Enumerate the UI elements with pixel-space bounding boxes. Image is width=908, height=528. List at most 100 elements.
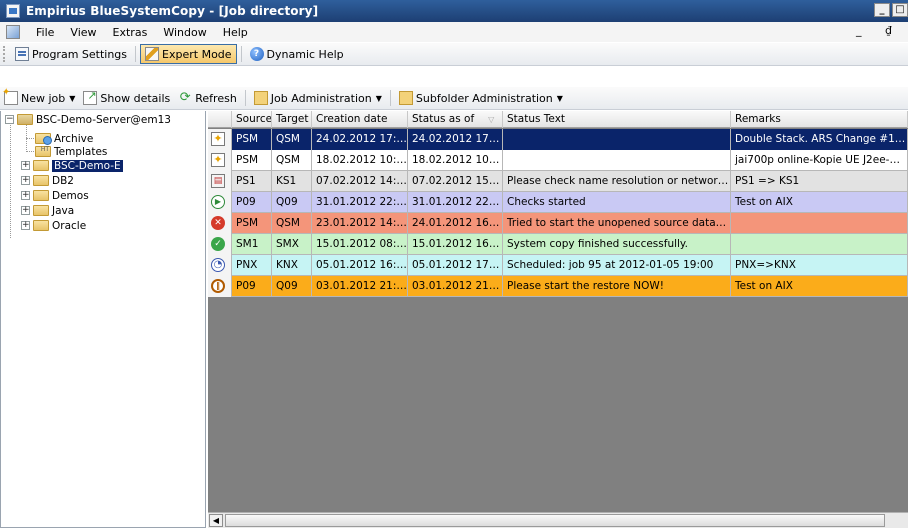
cell-target: QSM	[272, 129, 312, 150]
column-header-remarks[interactable]: Remarks	[731, 111, 908, 128]
tree-node-root[interactable]: − BSC-Demo-Server@em13	[5, 113, 171, 126]
collapse-icon[interactable]: −	[5, 115, 14, 124]
cell-remarks: Test on AIX	[731, 276, 908, 297]
cell-creation-date: 18.02.2012 10:44	[312, 150, 408, 171]
tree-label-java: Java	[52, 204, 75, 217]
dynamic-help-button[interactable]: ? Dynamic Help	[246, 44, 348, 64]
tree-node-demos[interactable]: + Demos	[21, 189, 89, 202]
tree-node-templates[interactable]: Templates	[35, 145, 107, 158]
table-row[interactable]: ▤ PS1 KS1 07.02.2012 14:37 07.02.2012 15:00 P…	[208, 171, 908, 192]
refresh-button[interactable]: ⟳ Refresh	[174, 88, 241, 108]
column-header-status-as-of[interactable]: Status as of ▽	[408, 111, 503, 128]
settings-icon	[15, 47, 29, 61]
cell-source: PNX	[232, 255, 272, 276]
scroll-left-icon[interactable]: ◀	[209, 514, 223, 527]
tree-node-db2[interactable]: + DB2	[21, 174, 74, 187]
new-job-label: New job	[21, 91, 66, 105]
maximize-button[interactable]: □	[892, 3, 908, 17]
chevron-down-icon[interactable]: ▼	[69, 94, 75, 103]
cell-target: SMX	[272, 234, 312, 255]
menu-window[interactable]: Window	[155, 26, 214, 39]
show-details-label: Show details	[100, 91, 171, 105]
expand-icon[interactable]: +	[21, 221, 30, 230]
cell-source: PSM	[232, 213, 272, 234]
dynamic-help-label: Dynamic Help	[266, 47, 344, 61]
toolbar-separator	[244, 90, 246, 106]
menu-bar: File View Extras Window Help _ ₫	[0, 22, 908, 42]
minimize-button[interactable]: _	[874, 3, 890, 17]
cell-creation-date: 07.02.2012 14:37	[312, 171, 408, 192]
new-job-button[interactable]: New job ▼	[0, 87, 79, 108]
table-row[interactable]: ✕ PSM QSM 23.01.2012 14:04 24.01.2012 16:35 T…	[208, 213, 908, 234]
cell-status-as-of: 03.01.2012 21:27	[408, 276, 503, 297]
menu-extras[interactable]: Extras	[105, 26, 156, 39]
cell-creation-date: 15.01.2012 08:34	[312, 234, 408, 255]
column-header-creation-date[interactable]: Creation date	[312, 111, 408, 128]
tree-node-archive[interactable]: Archive	[35, 132, 93, 145]
cell-source: PSM	[232, 129, 272, 150]
cell-source: P09	[232, 276, 272, 297]
column-header-source[interactable]: Source	[232, 111, 272, 128]
tree-node-oracle[interactable]: + Oracle	[21, 219, 86, 232]
chevron-down-icon[interactable]: ▼	[557, 94, 563, 103]
tree-label-db2: DB2	[52, 174, 74, 187]
document-window-icon[interactable]	[6, 25, 20, 39]
job-administration-button[interactable]: Job Administration ▼	[250, 88, 386, 108]
app-icon	[6, 4, 20, 18]
toolbar-grip[interactable]	[3, 46, 7, 62]
cell-target: KNX	[272, 255, 312, 276]
ok-icon: ✓	[211, 237, 225, 251]
table-row[interactable]: ✦ PSM QSM 24.02.2012 17:41 24.02.2012 17:41 D…	[208, 129, 908, 150]
folder-icon	[33, 175, 49, 186]
refresh-label: Refresh	[195, 91, 237, 105]
refresh-icon: ⟳	[179, 90, 191, 105]
status-icon-cell: ✕	[208, 213, 232, 234]
menu-help[interactable]: Help	[215, 26, 256, 39]
program-settings-button[interactable]: Program Settings	[11, 44, 131, 64]
subfolder-icon	[398, 91, 413, 105]
expand-icon[interactable]: +	[21, 161, 30, 170]
templates-folder-icon	[35, 146, 51, 157]
menu-file[interactable]: File	[28, 26, 62, 39]
column-header-icon[interactable]	[208, 111, 232, 128]
expand-icon[interactable]: +	[21, 191, 30, 200]
chevron-down-icon[interactable]: ▼	[376, 94, 382, 103]
cell-status-as-of: 07.02.2012 15:00	[408, 171, 503, 192]
cell-target: Q09	[272, 276, 312, 297]
table-row[interactable]: ◔ PNX KNX 05.01.2012 16:26 05.01.2012 17:05 S…	[208, 255, 908, 276]
tree-node-bsc-demo-e[interactable]: + BSC-Demo-E	[21, 159, 123, 172]
horizontal-scrollbar[interactable]: ◀	[208, 512, 908, 528]
expert-mode-button[interactable]: Expert Mode	[140, 44, 237, 64]
table-row[interactable]: ✓ SM1 SMX 15.01.2012 08:34 15.01.2012 16:13 S…	[208, 234, 908, 255]
expand-icon[interactable]: +	[21, 206, 30, 215]
table-row[interactable]: ▶ P09 Q09 31.01.2012 22:29 31.01.2012 22:31 C…	[208, 192, 908, 213]
cell-status-text	[503, 150, 731, 171]
subfolder-administration-button[interactable]: Subfolder Administration ▼	[395, 88, 567, 108]
tree-connector	[10, 122, 11, 238]
show-details-button[interactable]: Show details	[79, 88, 174, 108]
table-row[interactable]: ✦ PSM QSM 18.02.2012 10:44 18.02.2012 10:44 j…	[208, 150, 908, 171]
column-header-target[interactable]: Target	[272, 111, 312, 128]
pencil-icon	[145, 47, 160, 61]
document-icon: ▤	[211, 174, 225, 188]
sort-arrow-icon: ▽	[488, 115, 495, 124]
cell-status-as-of: 15.01.2012 16:13	[408, 234, 503, 255]
column-header-status-text[interactable]: Status Text	[503, 111, 731, 128]
menu-view[interactable]: View	[62, 26, 104, 39]
folder-tree[interactable]: − BSC-Demo-Server@em13 Archive Templates…	[0, 111, 206, 528]
expand-icon[interactable]: +	[21, 176, 30, 185]
tree-node-java[interactable]: + Java	[21, 204, 74, 217]
status-icon-cell: ‖	[208, 276, 232, 297]
job-grid[interactable]: Source Target Creation date Status as of…	[208, 111, 908, 528]
program-settings-label: Program Settings	[32, 47, 128, 61]
mdi-child-controls[interactable]: _ ₫	[856, 24, 902, 37]
new-star-icon: ✦	[211, 153, 225, 167]
pause-icon: ‖	[211, 279, 225, 293]
status-as-of-label: Status as of	[412, 113, 475, 125]
cell-source: PS1	[232, 171, 272, 192]
cell-creation-date: 23.01.2012 14:04	[312, 213, 408, 234]
cell-status-text: Please start the restore NOW!	[503, 276, 731, 297]
server-folder-icon	[17, 114, 33, 125]
scrollbar-thumb[interactable]	[225, 514, 885, 527]
table-row[interactable]: ‖ P09 Q09 03.01.2012 21:11 03.01.2012 21:27 P…	[208, 276, 908, 297]
